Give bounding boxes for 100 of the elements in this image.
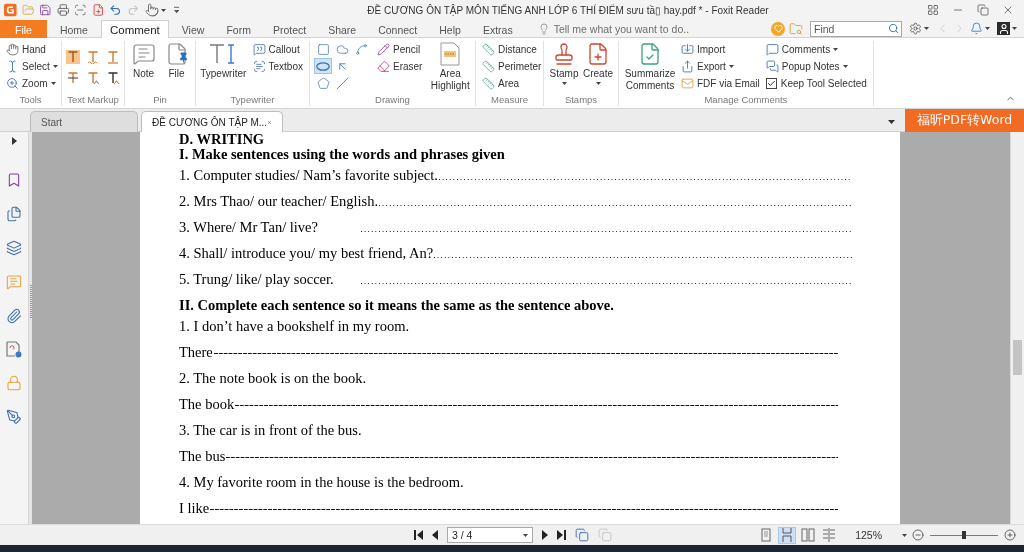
new-file-icon[interactable]: [91, 3, 105, 17]
save-icon[interactable]: [39, 3, 52, 17]
close-icon[interactable]: [1002, 4, 1014, 16]
last-page-icon[interactable]: [557, 530, 566, 540]
ribbon-button[interactable]: Area: [480, 75, 544, 92]
continuous-facing-icon: [822, 528, 837, 542]
ribbon-tab[interactable]: Form: [217, 20, 260, 38]
paperclip-icon[interactable]: [6, 308, 22, 324]
page-field[interactable]: 3 / 4: [447, 527, 533, 543]
ribbon-tab[interactable]: Share: [319, 20, 366, 38]
note-icon: [131, 42, 156, 66]
find-field[interactable]: Find: [810, 20, 902, 37]
ribbon-button[interactable]: Callout: [250, 41, 305, 58]
ribbon-tab[interactable]: Help: [430, 20, 470, 38]
lock-icon[interactable]: [6, 375, 22, 391]
checkbox[interactable]: [765, 78, 777, 89]
ribbon-button[interactable]: Pencil: [375, 41, 425, 58]
text-strikethrough-icon[interactable]: [66, 71, 80, 85]
section-heading: D. WRITING: [179, 132, 265, 146]
view-mode-button[interactable]: [799, 526, 818, 544]
comment-icon: [765, 43, 779, 56]
caret-icon: [50, 82, 56, 85]
ribbon-button[interactable]: File: [162, 41, 191, 80]
text-insert-icon[interactable]: [106, 71, 120, 85]
ribbon-button[interactable]: Popup Notes: [763, 58, 869, 75]
restore-icon[interactable]: [977, 4, 989, 16]
ribbon-button[interactable]: Summarize Comments: [623, 41, 677, 92]
print-icon[interactable]: [56, 3, 70, 17]
ribbon-button[interactable]: Hand: [4, 41, 60, 58]
zoom-in-icon[interactable]: [1004, 529, 1016, 541]
ribbon-button[interactable]: Comments: [763, 41, 869, 58]
ribbon-button[interactable]: Export: [679, 58, 762, 75]
ribbon-button[interactable]: Distance: [480, 41, 544, 58]
ribbon-button[interactable]: FDF via Email: [679, 75, 762, 92]
tell-me-field[interactable]: Tell me what you want to do..: [553, 22, 704, 35]
ribbon-tab[interactable]: Home: [50, 20, 97, 38]
copy-pages-icon[interactable]: [575, 528, 589, 542]
ribbon-button[interactable]: Select: [4, 58, 60, 75]
cloud-icon: [335, 42, 349, 56]
ribbon-button[interactable]: Stamp: [548, 41, 580, 85]
group-label: Measure: [491, 93, 528, 106]
bell-icon[interactable]: [970, 22, 983, 35]
grid-icon[interactable]: [927, 4, 939, 16]
previous-page-icon[interactable]: [432, 530, 438, 540]
ribbon-button[interactable]: Eraser: [375, 58, 425, 75]
text-replace-icon[interactable]: [86, 71, 100, 85]
ribbon-button[interactable]: Area Highlight: [429, 41, 471, 92]
ribbon-button[interactable]: Create: [582, 41, 614, 85]
text-squiggly-icon[interactable]: [86, 50, 100, 64]
first-page-icon[interactable]: [414, 530, 423, 540]
app-logo-icon: [4, 3, 17, 17]
ribbon-tab[interactable]: Comment: [100, 20, 169, 38]
ribbon-button[interactable]: Textbox: [250, 58, 305, 75]
ribbon-tab[interactable]: Protect: [263, 20, 316, 38]
ellipse-tool[interactable]: [314, 58, 332, 74]
hand-pointer-icon[interactable]: [144, 3, 159, 17]
document-badge-icon[interactable]: [6, 341, 22, 358]
ribbon-button[interactable]: Note: [129, 41, 158, 80]
zoom-combo[interactable]: 125%: [853, 529, 909, 541]
avatar-icon[interactable]: [997, 22, 1010, 35]
ribbon-button[interactable]: Import: [679, 41, 762, 58]
expand-icon[interactable]: [11, 137, 17, 145]
text-highlight-icon[interactable]: [66, 50, 80, 64]
comment-icon[interactable]: [6, 274, 22, 290]
document-tab[interactable]: Start: [30, 111, 138, 132]
view-mode-button[interactable]: [778, 526, 797, 544]
area-highlight-icon: [440, 42, 461, 66]
ribbon-tab[interactable]: View: [172, 20, 214, 38]
prompt-text: The book: [179, 395, 235, 414]
next-page-icon[interactable]: [542, 530, 548, 540]
scan-icon[interactable]: [74, 3, 87, 17]
folder-search-icon[interactable]: [789, 21, 803, 36]
single-page-icon: [759, 528, 774, 542]
undo-icon[interactable]: [109, 3, 123, 17]
splitter-grip[interactable]: [29, 285, 32, 319]
continuous-pages-icon: [780, 528, 795, 542]
ribbon-button[interactable]: Typewriter: [200, 41, 247, 80]
ribbon-tab[interactable]: Connect: [369, 20, 427, 38]
document-tab[interactable]: ĐỀ CƯƠNG ÔN TẬP M...: [141, 111, 283, 132]
slider-thumb[interactable]: [962, 531, 966, 539]
customize-icon[interactable]: [173, 6, 179, 14]
ribbon-button[interactable]: Zoom: [4, 75, 60, 92]
pages-icon[interactable]: [6, 206, 22, 222]
text-underline-icon[interactable]: [106, 50, 120, 64]
layers-icon[interactable]: [6, 240, 22, 256]
pencil-icon: [377, 43, 390, 56]
pen-icon[interactable]: [6, 409, 22, 425]
tab-list-icon[interactable]: [888, 120, 895, 124]
scrollbar[interactable]: [1010, 132, 1024, 524]
bookmark-icon[interactable]: [6, 172, 22, 188]
export-icon: [681, 60, 694, 73]
caret-icon: [902, 533, 907, 537]
settings-icon[interactable]: [909, 22, 922, 35]
ribbon-tab[interactable]: Extras: [473, 20, 522, 38]
ribbon-button[interactable]: Perimeter: [480, 58, 544, 75]
window-title: ĐỀ CƯƠNG ÔN TẬP MÔN TIẾNG ANH LỚP 6 THÍ ĐIỂM sưu tầ▯ hay.pdf * - Foxit Reader: [367, 4, 769, 16]
scrollbar-thumb[interactable]: [1013, 340, 1022, 375]
sentence-text: 3. The car is in front of the bus.: [179, 421, 362, 440]
caret-icon: [833, 48, 839, 51]
zoom-out-icon[interactable]: [912, 529, 924, 541]
